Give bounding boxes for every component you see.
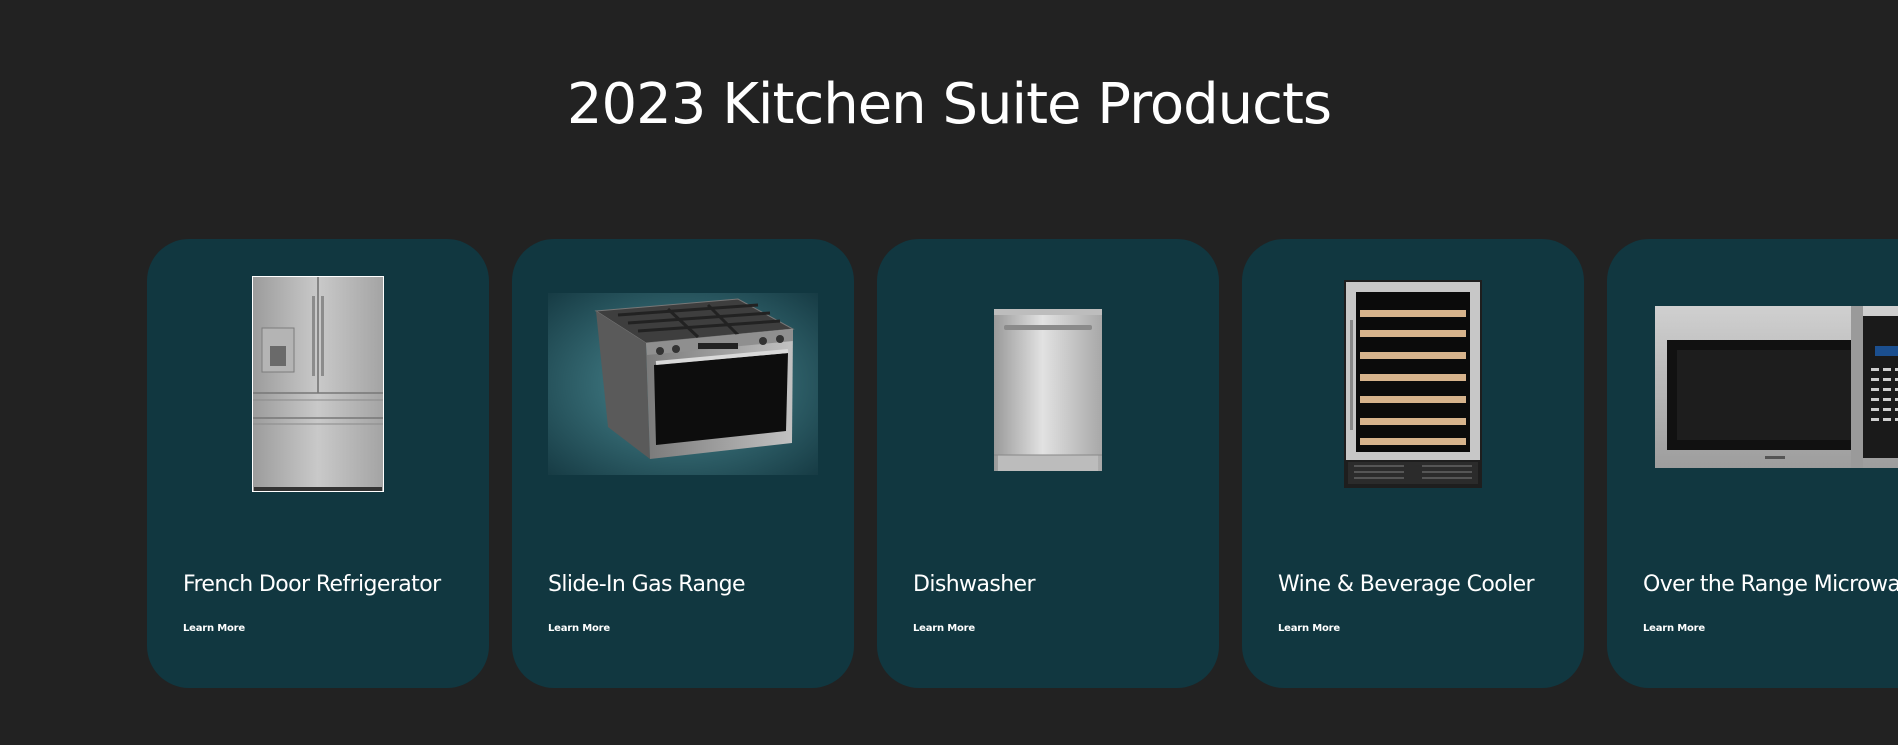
refrigerator-image bbox=[147, 275, 489, 493]
dishwasher-image bbox=[877, 275, 1219, 493]
product-section: 2023 Kitchen Suite Products French Door … bbox=[0, 0, 1898, 745]
product-title: Wine & Beverage Cooler bbox=[1278, 572, 1535, 597]
product-card-refrigerator[interactable]: French Door Refrigerator Learn More bbox=[147, 239, 489, 688]
product-title: Slide-In Gas Range bbox=[548, 572, 746, 597]
learn-more-link[interactable]: Learn More bbox=[1278, 623, 1340, 634]
learn-more-link[interactable]: Learn More bbox=[183, 623, 245, 634]
learn-more-link[interactable]: Learn More bbox=[1643, 623, 1705, 634]
section-title: 2023 Kitchen Suite Products bbox=[566, 72, 1332, 137]
product-card-wine-cooler[interactable]: Wine & Beverage Cooler Learn More bbox=[1242, 239, 1584, 688]
microwave-image bbox=[1607, 275, 1898, 493]
product-title: Over the Range Microwave bbox=[1643, 572, 1898, 597]
product-card-microwave[interactable]: Over the Range Microwave Learn More bbox=[1607, 239, 1898, 688]
learn-more-link[interactable]: Learn More bbox=[913, 623, 975, 634]
product-card-dishwasher[interactable]: Dishwasher Learn More bbox=[877, 239, 1219, 688]
wine-cooler-image bbox=[1242, 275, 1584, 493]
product-carousel: French Door Refrigerator Learn More Slid… bbox=[147, 239, 1898, 688]
gas-range-image bbox=[512, 275, 854, 493]
product-title: French Door Refrigerator bbox=[183, 572, 441, 597]
learn-more-link[interactable]: Learn More bbox=[548, 623, 610, 634]
product-title: Dishwasher bbox=[913, 572, 1036, 597]
product-card-gas-range[interactable]: Slide-In Gas Range Learn More bbox=[512, 239, 854, 688]
